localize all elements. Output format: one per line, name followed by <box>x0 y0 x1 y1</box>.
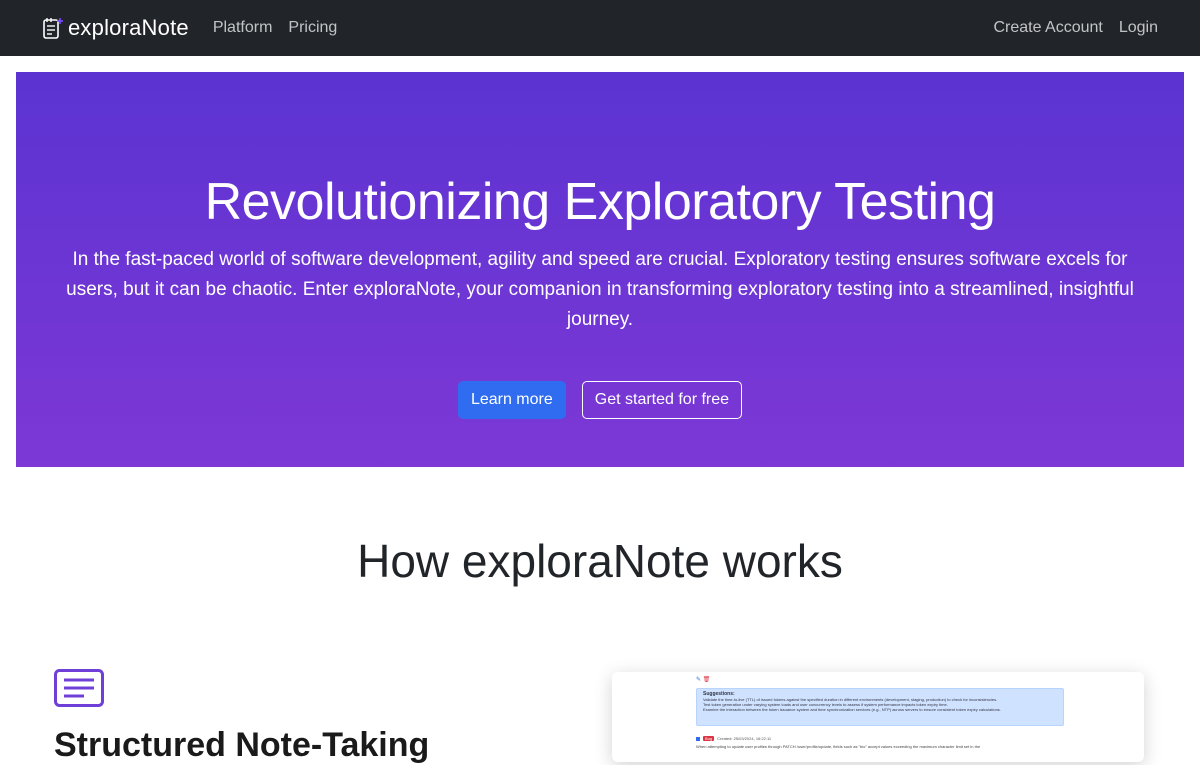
bug-badge: Bug <box>703 736 715 741</box>
how-it-works-suffix: works <box>709 535 843 587</box>
create-account-link[interactable]: Create Account <box>993 19 1102 37</box>
created-timestamp: Created: 25/03/2024, 16:22:11 <box>717 736 772 741</box>
preview-toolbar: ✎ 🗑 <box>696 676 710 683</box>
how-it-works-title: How exploraNote works <box>0 534 1200 588</box>
note-meta: Bug Created: 25/03/2024, 16:22:11 <box>696 736 771 741</box>
nav-link-pricing[interactable]: Pricing <box>288 19 337 37</box>
hero-description: In the fast-paced world of software deve… <box>66 249 1134 330</box>
trash-icon: 🗑 <box>702 677 711 683</box>
checkbox-icon <box>696 736 700 741</box>
top-navbar: exploraNote Platform Pricing Create Acco… <box>0 0 1200 56</box>
learn-more-button[interactable]: Learn more <box>457 381 566 419</box>
edit-icon: ✎ <box>696 677 702 683</box>
feature-title: Structured Note-Taking <box>54 726 430 764</box>
account-nav: Create Account Login <box>993 19 1158 37</box>
nav-link-platform[interactable]: Platform <box>213 19 273 37</box>
how-it-works-brand: exploraNote <box>461 535 710 587</box>
login-link[interactable]: Login <box>1119 19 1158 37</box>
suggestions-box: Suggestions: Validate the time-to-live (… <box>696 688 1064 726</box>
hero-banner: Revolutionizing Exploratory Testing In t… <box>16 72 1184 467</box>
note-preview-screenshot: ✎ 🗑 Suggestions: Validate the time-to-li… <box>612 672 1144 762</box>
note-text: When attempting to update user profiles … <box>696 744 981 749</box>
brand-name: exploraNote <box>68 15 189 40</box>
hero-actions: Learn more Get started for free <box>16 381 1184 419</box>
notepad-logo-icon <box>43 18 63 39</box>
suggestion-item: Examine the interaction between the toke… <box>703 707 1001 712</box>
get-started-button[interactable]: Get started for free <box>581 381 743 419</box>
primary-nav: Platform Pricing <box>213 19 337 37</box>
brand-link[interactable]: exploraNote <box>42 15 189 41</box>
notes-icon <box>54 669 104 707</box>
how-it-works-prefix: How <box>357 535 462 587</box>
hero-title: Revolutionizing Exploratory Testing <box>204 173 996 231</box>
